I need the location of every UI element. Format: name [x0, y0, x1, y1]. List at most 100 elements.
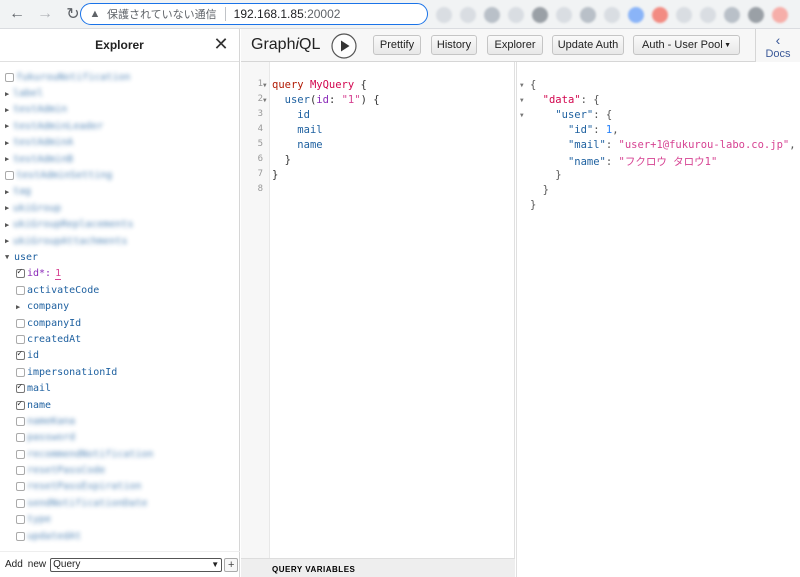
tree-item[interactable]: impersonationId	[0, 364, 240, 380]
fold-icon[interactable]: ▼	[520, 112, 524, 119]
collapse-arrow-icon[interactable]: ▼	[5, 253, 14, 261]
field-name[interactable]: name	[27, 400, 51, 411]
close-icon[interactable]: ✕	[213, 35, 229, 53]
field-name[interactable]: testAdminSetting	[16, 170, 112, 181]
field-name[interactable]: resetPassExpiration	[27, 481, 141, 492]
tree-item[interactable]: updatedAt	[0, 528, 240, 544]
expand-arrow-icon[interactable]: ▶	[5, 204, 13, 212]
expand-arrow-icon[interactable]: ▶	[5, 155, 13, 163]
tree-item-user[interactable]: ▼ user	[0, 249, 240, 265]
fold-icon[interactable]: ▼	[263, 82, 267, 89]
field-name[interactable]: companyId	[27, 318, 81, 329]
tree-item[interactable]: id	[0, 348, 240, 364]
field-name[interactable]: testAdminLeader	[13, 121, 103, 132]
field-name[interactable]: label	[13, 88, 43, 99]
address-bar[interactable]: ▲ 保護されていない通信 192.168.1.85:20002	[80, 3, 428, 25]
field-name[interactable]: ukiGroupAttachments	[13, 236, 127, 247]
tree-item[interactable]: testAdminSetting	[0, 167, 240, 183]
fold-icon[interactable]: ▼	[520, 82, 524, 89]
expand-arrow-icon[interactable]: ▶	[16, 303, 24, 311]
security-warning-text[interactable]: 保護されていない通信	[107, 6, 217, 22]
update-auth-button[interactable]: Update Auth	[552, 35, 624, 55]
field-name[interactable]: user	[14, 252, 38, 263]
field-name[interactable]: tag	[13, 186, 31, 197]
expand-arrow-icon[interactable]: ▶	[5, 90, 13, 98]
field-name[interactable]: mail	[27, 383, 51, 394]
checkbox[interactable]	[16, 267, 25, 279]
tree-item[interactable]: resetPassExpiration	[0, 479, 240, 495]
checkbox[interactable]	[16, 367, 25, 377]
argument-value-input[interactable]: 1	[55, 268, 62, 280]
expand-arrow-icon[interactable]: ▶	[5, 122, 13, 130]
checkbox[interactable]	[5, 171, 14, 181]
history-button[interactable]: History	[431, 35, 477, 55]
extension-icon[interactable]	[604, 7, 620, 23]
tree-item[interactable]: ▶ tag	[0, 184, 240, 200]
checkbox[interactable]	[16, 466, 25, 476]
extension-icon[interactable]	[484, 7, 500, 23]
operation-type-select[interactable]: Query ▼	[50, 557, 223, 572]
tree-item[interactable]: mail	[0, 380, 240, 396]
forward-icon[interactable]: →	[34, 3, 56, 25]
extension-icon[interactable]	[436, 7, 452, 23]
checkbox[interactable]	[16, 318, 25, 328]
checkbox[interactable]	[16, 349, 25, 361]
field-name[interactable]: nameKana	[27, 416, 75, 427]
tree-item[interactable]: ▶ testAdminB	[0, 151, 240, 167]
field-name[interactable]: resetPassCode	[27, 465, 105, 476]
field-name[interactable]: company	[27, 301, 69, 312]
query-editor[interactable]: 1 ▼ 2 ▼ 3 4 5 6 7 8 query MyQuery { user(i…	[241, 62, 515, 558]
checkbox[interactable]	[16, 482, 25, 492]
tree-item[interactable]: fukurouNotification	[0, 69, 240, 85]
field-name[interactable]: type	[27, 514, 51, 525]
checkbox[interactable]	[16, 515, 25, 525]
checkbox[interactable]	[16, 531, 25, 541]
expand-arrow-icon[interactable]: ▶	[5, 188, 13, 196]
checkbox[interactable]	[16, 399, 25, 410]
extension-icon[interactable]	[628, 7, 644, 23]
extension-icon[interactable]	[580, 7, 596, 23]
field-name[interactable]: password	[27, 432, 75, 443]
tree-item[interactable]: name	[0, 397, 240, 413]
field-name[interactable]: ukiGroupReplacements	[13, 219, 133, 230]
argument-row[interactable]: id*: 1	[0, 266, 240, 282]
checkbox[interactable]	[5, 72, 14, 82]
expand-arrow-icon[interactable]: ▶	[5, 237, 13, 245]
execute-query-button[interactable]	[331, 33, 357, 59]
checkbox[interactable]	[16, 498, 25, 508]
extension-icon[interactable]	[676, 7, 692, 23]
tree-item[interactable]: ▶ testAdmin	[0, 102, 240, 118]
checkbox[interactable]	[16, 382, 25, 394]
checkbox[interactable]	[16, 449, 25, 459]
extension-icon[interactable]	[460, 7, 476, 23]
extension-icon[interactable]	[556, 7, 572, 23]
tree-item[interactable]: ▶ label	[0, 85, 240, 101]
checkbox[interactable]	[16, 416, 25, 426]
fold-icon[interactable]: ▼	[263, 97, 267, 104]
field-name[interactable]: createdAt	[27, 334, 81, 345]
extension-icon[interactable]	[772, 7, 788, 23]
tree-item[interactable]: ▶ testAdminA	[0, 135, 240, 151]
explorer-button[interactable]: Explorer	[487, 35, 543, 55]
expand-arrow-icon[interactable]: ▶	[5, 139, 13, 147]
tree-item[interactable]: activateCode	[0, 282, 240, 298]
prettify-button[interactable]: Prettify	[373, 35, 421, 55]
field-name[interactable]: updatedAt	[27, 531, 81, 542]
extension-icon[interactable]	[724, 7, 740, 23]
tree-item[interactable]: resetPassCode	[0, 462, 240, 478]
tree-item[interactable]: sendNotificationDate	[0, 495, 240, 511]
tree-item[interactable]: ▶ ukiGroupAttachments	[0, 233, 240, 249]
checkbox[interactable]	[16, 334, 25, 344]
back-icon[interactable]: ←	[6, 3, 28, 25]
extension-icon[interactable]	[700, 7, 716, 23]
fold-icon[interactable]: ▼	[520, 97, 524, 104]
field-name[interactable]: ukiGroup	[13, 203, 61, 214]
extension-icon[interactable]	[508, 7, 524, 23]
tree-item[interactable]: ▶ ukiGroup	[0, 200, 240, 216]
add-operation-button[interactable]: +	[224, 557, 239, 572]
tree-item[interactable]: ▶ ukiGroupReplacements	[0, 217, 240, 233]
extension-icon[interactable]	[532, 7, 548, 23]
checkbox[interactable]	[16, 285, 25, 295]
field-name[interactable]: testAdmin	[13, 104, 67, 115]
auth-mode-dropdown[interactable]: Auth - User Pool ▼	[633, 35, 740, 55]
